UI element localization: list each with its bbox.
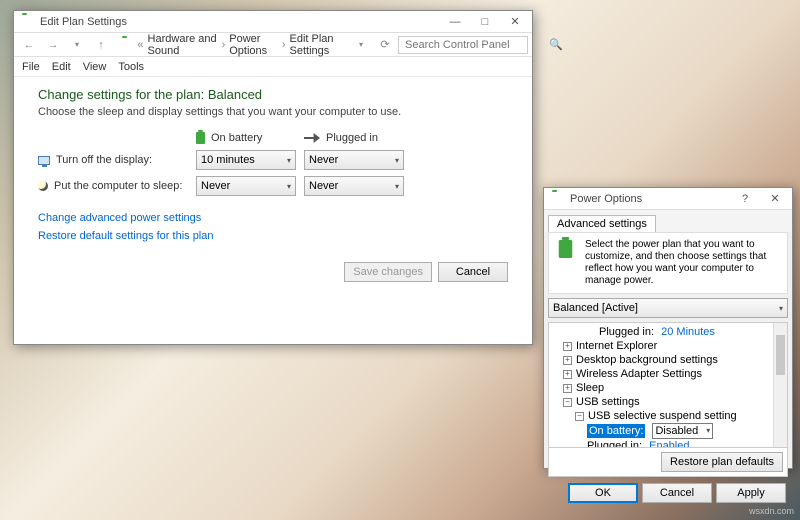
cpl-icon xyxy=(120,38,129,52)
power-plan-select[interactable]: Balanced [Active]▾ xyxy=(548,298,788,318)
power-plan-icon xyxy=(557,239,579,261)
close-button[interactable]: ✕ xyxy=(760,189,790,209)
tab-strip: Advanced settings xyxy=(544,210,792,232)
apply-button[interactable]: Apply xyxy=(716,483,786,503)
titlebar[interactable]: Power Options ? ✕ xyxy=(544,188,792,210)
row-display: Turn off the display: xyxy=(56,154,152,166)
search-field[interactable] xyxy=(403,38,549,52)
scrollbar-thumb[interactable] xyxy=(776,335,785,375)
menubar: File Edit View Tools xyxy=(14,57,532,77)
plug-icon xyxy=(304,133,320,143)
close-button[interactable]: ✕ xyxy=(500,12,530,32)
sleep-battery-select[interactable]: Never▾ xyxy=(196,176,296,196)
breadcrumb-item[interactable]: Power Options xyxy=(229,33,278,57)
menu-view[interactable]: View xyxy=(83,61,107,73)
tree-node[interactable]: +Sleep xyxy=(551,381,785,395)
breadcrumb-item[interactable]: Edit Plan Settings xyxy=(290,33,348,57)
page-subtext: Choose the sleep and display settings th… xyxy=(38,106,508,118)
search-icon: 🔍 xyxy=(549,38,563,51)
maximize-button[interactable]: □ xyxy=(470,12,500,32)
menu-tools[interactable]: Tools xyxy=(118,61,144,73)
save-changes-button[interactable]: Save changes xyxy=(344,262,432,282)
minimize-button[interactable]: — xyxy=(440,12,470,32)
breadcrumb-item[interactable]: Hardware and Sound xyxy=(148,33,218,57)
tree-node-on-battery[interactable]: On battery: Disabled xyxy=(551,423,785,439)
menu-file[interactable]: File xyxy=(22,61,40,73)
forward-button[interactable]: → xyxy=(42,35,64,55)
up-button[interactable]: ↑ xyxy=(90,35,112,55)
expand-icon[interactable]: + xyxy=(563,384,572,393)
info-text: Select the power plan that you want to c… xyxy=(585,239,779,287)
help-button[interactable]: ? xyxy=(730,189,760,209)
tab-advanced-settings[interactable]: Advanced settings xyxy=(548,215,656,232)
back-button[interactable]: ← xyxy=(18,35,40,55)
power-options-dialog: Power Options ? ✕ Advanced settings Sele… xyxy=(543,187,793,469)
display-battery-select[interactable]: 10 minutes▾ xyxy=(196,150,296,170)
tree-node[interactable]: −USB selective suspend setting xyxy=(551,409,785,423)
ok-button[interactable]: OK xyxy=(568,483,638,503)
expand-icon[interactable]: + xyxy=(563,342,572,351)
tree-node[interactable]: Plugged in: 20 Minutes xyxy=(551,325,785,339)
page-heading: Change settings for the plan: Balanced xyxy=(38,87,508,102)
expand-icon[interactable]: + xyxy=(563,356,572,365)
scrollbar[interactable] xyxy=(773,323,787,447)
tree-node[interactable]: +Internet Explorer xyxy=(551,339,785,353)
sleep-icon xyxy=(38,181,48,191)
battery-icon xyxy=(550,192,564,206)
link-advanced-settings[interactable]: Change advanced power settings xyxy=(38,212,508,224)
tree-node[interactable]: +Wireless Adapter Settings xyxy=(551,367,785,381)
window-title: Edit Plan Settings xyxy=(38,16,440,28)
settings-tree[interactable]: Plugged in: 20 Minutes +Internet Explore… xyxy=(548,322,788,448)
tree-node[interactable]: −USB settings xyxy=(551,395,785,409)
restore-plan-defaults-button[interactable]: Restore plan defaults xyxy=(661,452,783,472)
collapse-icon[interactable]: − xyxy=(563,398,572,407)
menu-edit[interactable]: Edit xyxy=(52,61,71,73)
cancel-button[interactable]: Cancel xyxy=(642,483,712,503)
navbar: ← → ▾ ↑ « Hardware and Sound› Power Opti… xyxy=(14,33,532,57)
battery-icon xyxy=(196,132,205,144)
display-icon xyxy=(38,156,50,165)
col-plugged-in: Plugged in xyxy=(326,132,378,144)
breadcrumb-dropdown[interactable]: ▾ xyxy=(350,35,372,55)
cancel-button[interactable]: Cancel xyxy=(438,262,508,282)
info-panel: Select the power plan that you want to c… xyxy=(548,232,788,294)
refresh-button[interactable]: ⟳ xyxy=(374,35,396,55)
search-input[interactable]: 🔍 xyxy=(398,36,528,54)
edit-plan-settings-window: Edit Plan Settings — □ ✕ ← → ▾ ↑ « Hardw… xyxy=(13,10,533,345)
display-plugged-select[interactable]: Never▾ xyxy=(304,150,404,170)
titlebar[interactable]: Edit Plan Settings — □ ✕ xyxy=(14,11,532,33)
expand-icon[interactable]: + xyxy=(563,370,572,379)
content: Change settings for the plan: Balanced C… xyxy=(14,77,532,292)
watermark: wsxdn.com xyxy=(749,506,794,516)
sleep-plugged-select[interactable]: Never▾ xyxy=(304,176,404,196)
col-on-battery: On battery xyxy=(211,132,262,144)
collapse-icon[interactable]: − xyxy=(575,412,584,421)
recent-dropdown[interactable]: ▾ xyxy=(66,35,88,55)
tree-node[interactable]: +Desktop background settings xyxy=(551,353,785,367)
breadcrumb[interactable]: « Hardware and Sound› Power Options› Edi… xyxy=(114,33,348,57)
dialog-title: Power Options xyxy=(568,193,730,205)
link-restore-defaults[interactable]: Restore default settings for this plan xyxy=(38,230,508,242)
battery-icon xyxy=(20,15,34,29)
tree-node-plugged-in[interactable]: Plugged in: Enabled xyxy=(551,439,785,448)
on-battery-dropdown[interactable]: Disabled xyxy=(652,423,713,439)
row-sleep: Put the computer to sleep: xyxy=(54,180,182,192)
